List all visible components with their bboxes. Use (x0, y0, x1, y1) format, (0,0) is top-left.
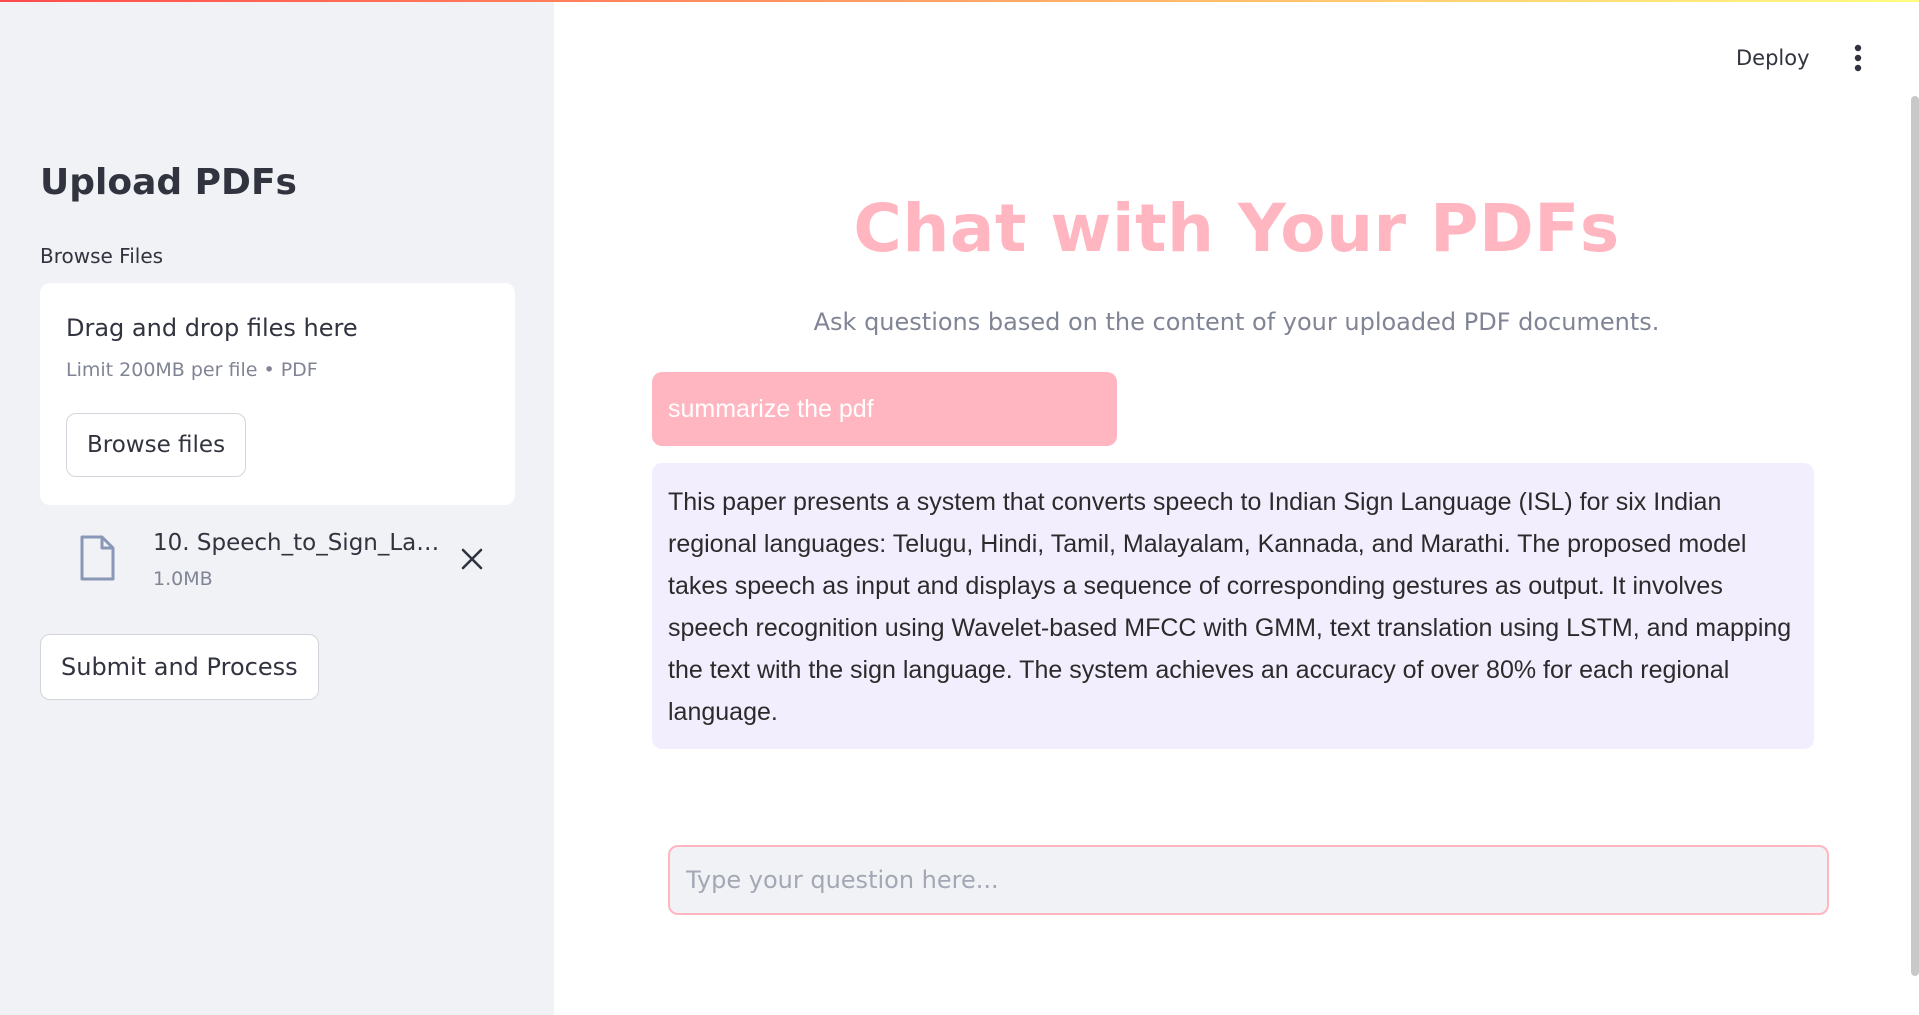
deploy-button[interactable]: Deploy (1728, 40, 1818, 76)
top-decoration-bar (0, 0, 1919, 2)
dropzone-instruction: Drag and drop files here (66, 314, 358, 342)
uploaded-file-size: 1.0MB (153, 568, 213, 590)
file-icon (78, 534, 116, 582)
page-title: Chat with Your PDFs (853, 190, 1620, 267)
user-message: summarize the pdf (652, 372, 1117, 446)
uploader-label: Browse Files (40, 244, 164, 268)
page-subtitle: Ask questions based on the content of yo… (813, 308, 1660, 336)
sidebar: Upload PDFs Browse Files Drag and drop f… (0, 0, 554, 1015)
close-icon[interactable] (455, 542, 489, 576)
submit-and-process-button[interactable]: Submit and Process (40, 634, 319, 700)
app-root: Upload PDFs Browse Files Drag and drop f… (0, 0, 1919, 1015)
sidebar-title: Upload PDFs (40, 162, 297, 203)
question-input[interactable] (668, 845, 1829, 915)
dropzone-limit: Limit 200MB per file • PDF (66, 359, 318, 381)
browse-files-button[interactable]: Browse files (66, 413, 247, 477)
uploaded-file-item: 10. Speech_to_Sign_Language 1.0MB (40, 520, 515, 600)
uploaded-file-name: 10. Speech_to_Sign_Language (153, 530, 451, 556)
assistant-message: This paper presents a system that conver… (652, 463, 1814, 749)
scrollbar[interactable] (1911, 96, 1919, 976)
file-dropzone[interactable]: Drag and drop files here Limit 200MB per… (40, 283, 515, 505)
more-vertical-icon[interactable] (1840, 40, 1876, 76)
